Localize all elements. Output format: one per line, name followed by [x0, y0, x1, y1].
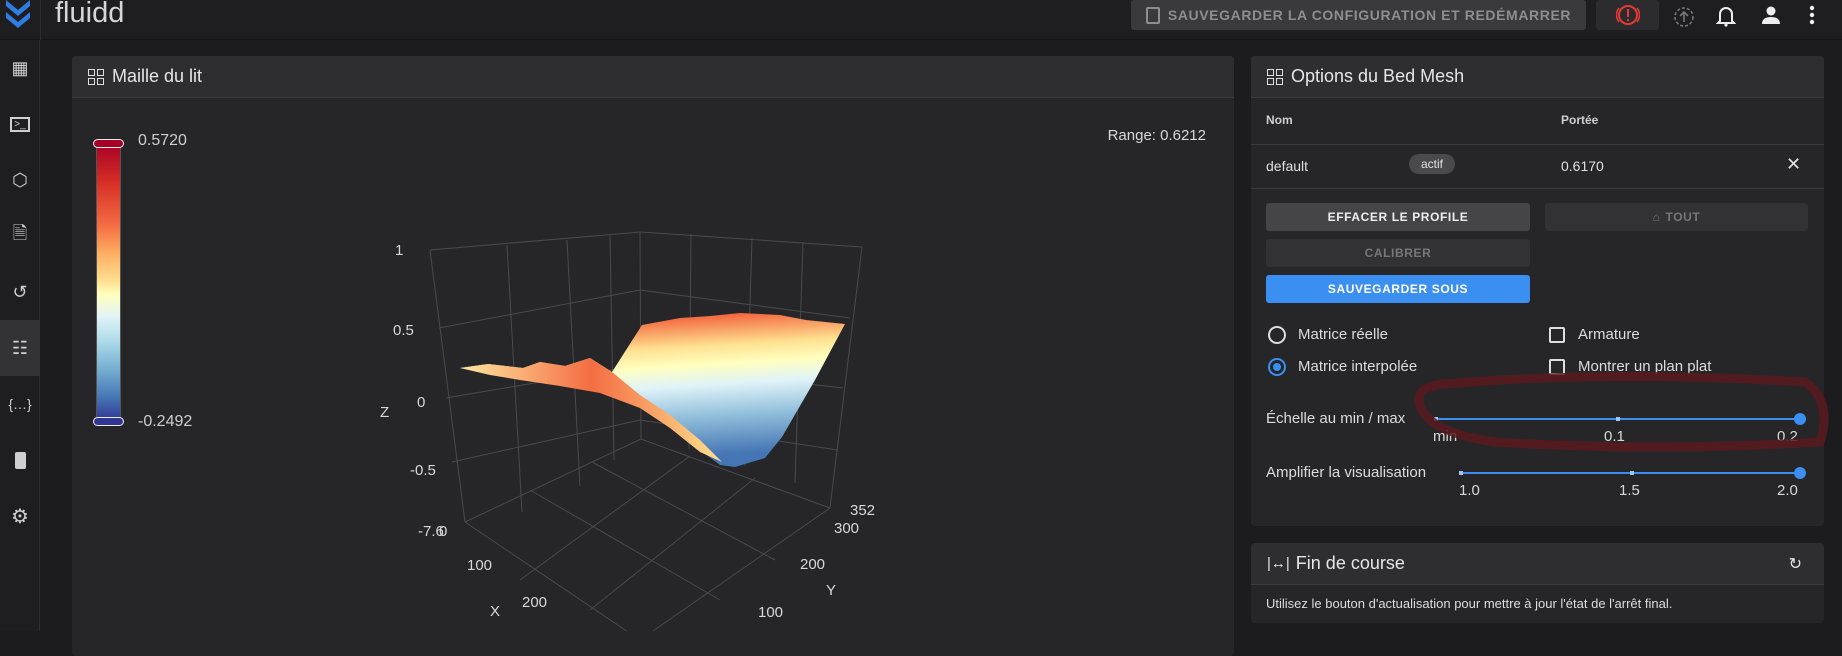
- more-vert-icon[interactable]: [1808, 4, 1816, 26]
- home-icon: ⌂: [1652, 210, 1661, 224]
- amplify-tick: 1.0: [1459, 482, 1480, 499]
- emergency-stop-button[interactable]: [1596, 0, 1659, 30]
- z-tick: -0.5: [410, 462, 436, 479]
- amplify-slider-label: Amplifier la visualisation: [1266, 464, 1427, 481]
- profile-range: 0.6170: [1561, 158, 1604, 174]
- amplify-tick: 2.0: [1777, 482, 1798, 499]
- remove-profile-icon[interactable]: ✕: [1786, 154, 1801, 175]
- y-tick: 300: [834, 520, 860, 537]
- grid-icon: [1267, 68, 1283, 85]
- account-icon[interactable]: [1761, 5, 1781, 25]
- amplify-tick: 1.5: [1619, 482, 1640, 499]
- calibrate-button[interactable]: CALIBRER: [1266, 239, 1530, 267]
- arrow-horizontal-icon: |↔|: [1267, 555, 1290, 572]
- profile-row[interactable]: default actif 0.6170 ✕: [1251, 144, 1824, 188]
- z-tick: 0.5: [393, 322, 414, 339]
- upload-icon[interactable]: [1673, 6, 1695, 28]
- wireframe-checkbox[interactable]: [1549, 327, 1565, 343]
- column-range: Portée: [1561, 113, 1599, 127]
- y-tick: 352: [850, 502, 876, 519]
- x-tick: 100: [467, 557, 493, 574]
- panel-title: Fin de course: [1295, 553, 1405, 573]
- z-axis-label: Z: [380, 404, 390, 421]
- endstops-header: |↔| Fin de course ↻: [1251, 543, 1824, 585]
- wireframe-label: Armature: [1578, 326, 1640, 343]
- endstops-panel: |↔| Fin de course ↻ Utilisez le bouton d…: [1251, 543, 1824, 623]
- y-axis-label: Y: [826, 582, 837, 599]
- endstops-help-text: Utilisez le bouton d'actualisation pour …: [1266, 596, 1673, 611]
- bell-icon[interactable]: [1716, 4, 1736, 28]
- x-tick: 200: [522, 594, 548, 611]
- bed-mesh-3d-plot[interactable]: [0, 0, 1240, 631]
- z-tick: 0: [417, 394, 426, 411]
- y-tick: 200: [800, 556, 826, 573]
- y-tick: 100: [758, 604, 784, 621]
- panel-title: Options du Bed Mesh: [1291, 66, 1465, 86]
- radio-interpolated-mesh-label: Matrice interpolée: [1298, 358, 1418, 375]
- annotation-highlight: [1414, 372, 1829, 452]
- clear-profile-button[interactable]: EFFACER LE PROFILE: [1266, 203, 1530, 231]
- plot-gridlines: [429, 231, 863, 631]
- save-as-button[interactable]: SAUVEGARDER SOUS: [1266, 275, 1530, 303]
- amplify-slider-thumb[interactable]: [1794, 467, 1806, 479]
- refresh-icon[interactable]: ↻: [1789, 554, 1802, 574]
- scale-slider-label: Échelle au min / max: [1266, 410, 1406, 427]
- x-tick: 0: [439, 523, 448, 540]
- z-tick: 1: [395, 242, 404, 259]
- home-all-button[interactable]: ⌂ TOUT: [1545, 203, 1808, 231]
- radio-real-mesh-label: Matrice réelle: [1298, 326, 1389, 343]
- profile-name: default: [1266, 158, 1309, 174]
- radio-interpolated-mesh[interactable]: [1268, 358, 1286, 376]
- column-name: Nom: [1266, 113, 1293, 127]
- options-header: Options du Bed Mesh: [1251, 56, 1824, 98]
- radio-real-mesh[interactable]: [1268, 326, 1286, 344]
- home-all-label: TOUT: [1665, 210, 1701, 224]
- emergency-stop-icon: [1615, 5, 1640, 25]
- active-badge: actif: [1409, 154, 1456, 174]
- x-axis-label: X: [490, 603, 501, 620]
